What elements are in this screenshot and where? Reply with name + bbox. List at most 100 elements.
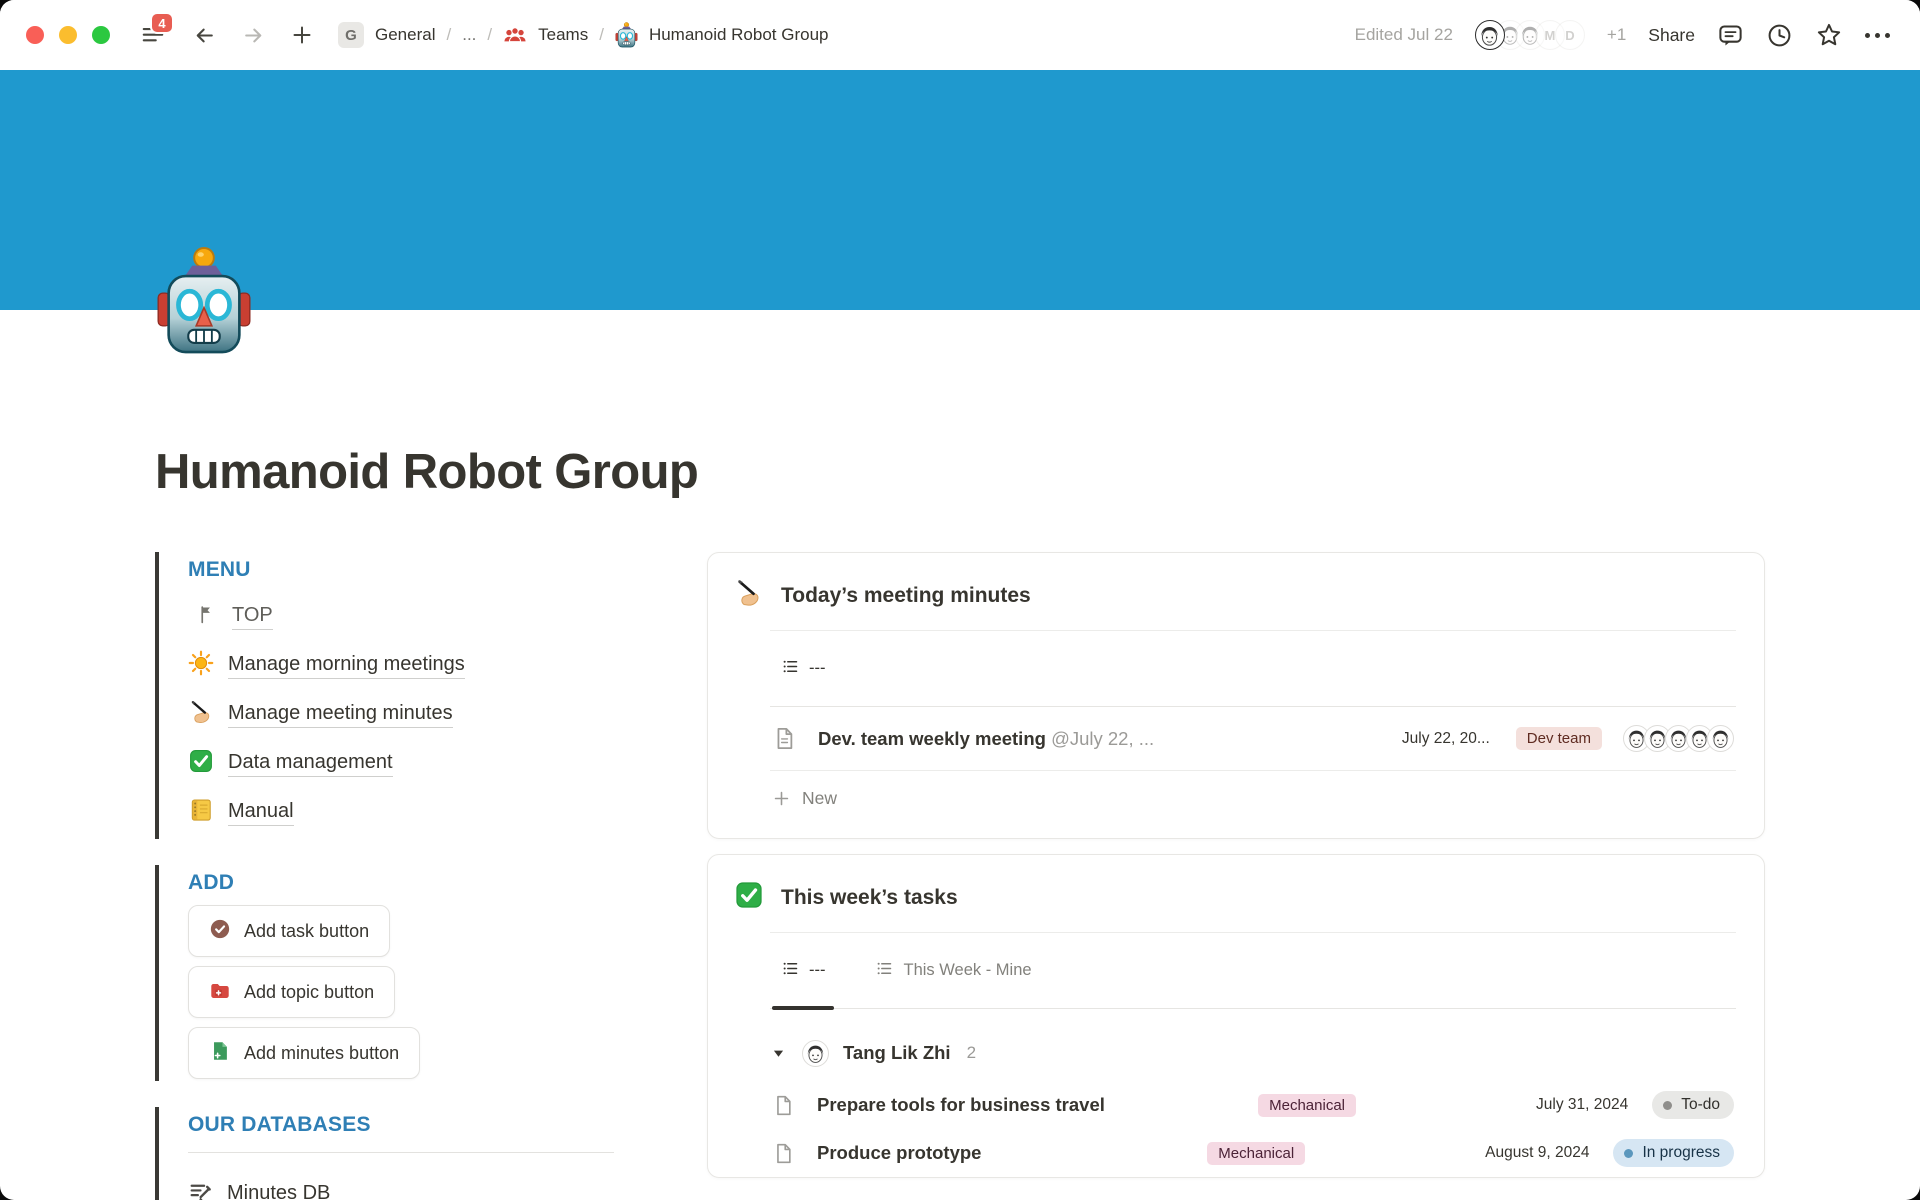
- check-box-icon: [734, 880, 764, 915]
- divider: [188, 1152, 614, 1153]
- weekly-tasks-title: This week’s tasks: [781, 886, 958, 910]
- writing-hand-icon: [188, 699, 214, 730]
- add-task-button[interactable]: Add task button: [188, 905, 390, 957]
- category-tag: Mechanical: [1258, 1094, 1356, 1117]
- favorite-star-icon[interactable]: [1815, 21, 1843, 49]
- team-tag: Dev team: [1516, 727, 1602, 750]
- new-row-button[interactable]: New: [770, 771, 1736, 826]
- ledger-icon: [188, 797, 214, 828]
- meeting-title: Dev. team weekly meeting: [818, 728, 1046, 749]
- meeting-minutes-header: Today’s meeting minutes: [708, 553, 1764, 630]
- tasks-view-tab-this-week-mine[interactable]: This Week - Mine: [866, 933, 1040, 1008]
- writing-hand-icon: [734, 578, 764, 613]
- notification-badge: 4: [150, 12, 174, 34]
- meeting-date: July 22, 20...: [1402, 730, 1490, 748]
- folder-plus-icon: [209, 979, 231, 1006]
- file-plus-icon: [209, 1040, 231, 1067]
- topbar: 4 G General / ... / Teams / Humanoid Rob…: [0, 0, 1920, 70]
- page-cover: [0, 70, 1920, 310]
- viewer-avatars: M D: [1475, 20, 1585, 50]
- history-clock-icon[interactable]: [1766, 22, 1793, 49]
- task-row[interactable]: Prepare tools for business travel Mechan…: [770, 1081, 1736, 1129]
- avatar-overflow-count[interactable]: +1: [1607, 25, 1626, 45]
- document-icon: [772, 726, 797, 751]
- breadcrumb-separator: /: [446, 25, 451, 45]
- flag-icon: [197, 604, 218, 630]
- zoom-window-button[interactable]: [92, 26, 110, 44]
- databases-heading: OUR DATABASES: [188, 1113, 627, 1137]
- task-date: July 31, 2024: [1536, 1096, 1628, 1114]
- comments-icon[interactable]: [1717, 22, 1744, 49]
- breadcrumb: G General / ... / Teams / Humanoid Robot…: [338, 22, 828, 48]
- breadcrumb-teams[interactable]: Teams: [538, 25, 588, 45]
- minutes-view-tab[interactable]: ---: [772, 631, 834, 706]
- list-view-icon: [875, 959, 894, 983]
- breadcrumb-ellipsis[interactable]: ...: [462, 25, 476, 45]
- add-minutes-button[interactable]: Add minutes button: [188, 1027, 420, 1079]
- menu-link-data-management[interactable]: Data management: [188, 739, 627, 788]
- task-check-icon: [209, 918, 231, 945]
- minimize-window-button[interactable]: [59, 26, 77, 44]
- chevron-down-icon[interactable]: [770, 1045, 787, 1062]
- breadcrumb-general[interactable]: General: [375, 25, 435, 45]
- close-window-button[interactable]: [26, 26, 44, 44]
- avatar[interactable]: D: [1555, 20, 1585, 50]
- tasks-view-tab-default[interactable]: ---: [772, 933, 834, 1008]
- list-view-icon: [781, 959, 800, 983]
- document-icon: [772, 1142, 795, 1165]
- sidebar-toggle-button[interactable]: 4: [140, 22, 168, 48]
- attendee-avatars: [1623, 725, 1734, 752]
- minutes-db-link[interactable]: Minutes DB: [188, 1170, 627, 1200]
- weekly-tasks-card: This week’s tasks --- This Week - Mine: [707, 854, 1765, 1178]
- task-row[interactable]: Produce prototype Mechanical August 9, 2…: [770, 1129, 1736, 1177]
- add-heading: ADD: [188, 871, 627, 895]
- breadcrumb-separator: /: [487, 25, 492, 45]
- meeting-row[interactable]: Dev. team weekly meeting @July 22, ... J…: [770, 707, 1736, 771]
- workspace-chip[interactable]: G: [338, 22, 364, 48]
- share-button[interactable]: Share: [1648, 25, 1695, 46]
- back-button[interactable]: [192, 23, 217, 48]
- tasks-view-tabs: --- This Week - Mine: [770, 932, 1736, 1009]
- more-options-button[interactable]: [1865, 33, 1890, 38]
- status-dot: [1624, 1149, 1633, 1158]
- page-body: Humanoid Robot Group MENU TOP Manage mor…: [0, 444, 1920, 1200]
- menu-link-manual[interactable]: Manual: [188, 788, 627, 837]
- add-topic-button[interactable]: Add topic button: [188, 966, 395, 1018]
- menu-heading: MENU: [188, 558, 627, 582]
- new-tab-button[interactable]: [290, 23, 314, 47]
- date-mention: @July 22, ...: [1051, 728, 1154, 749]
- group-person-name: Tang Lik Zhi: [843, 1042, 951, 1064]
- avatar[interactable]: [1475, 20, 1505, 50]
- robot-icon: [615, 22, 638, 48]
- breadcrumb-page[interactable]: Humanoid Robot Group: [649, 25, 829, 45]
- compose-icon: [188, 1180, 213, 1200]
- window-controls: [26, 26, 110, 44]
- meeting-minutes-card: Today’s meeting minutes --- Dev. team we…: [707, 552, 1765, 839]
- meeting-minutes-title: Today’s meeting minutes: [781, 584, 1031, 608]
- check-box-icon: [188, 748, 214, 779]
- task-group-header[interactable]: Tang Lik Zhi 2: [770, 1025, 1736, 1081]
- list-view-icon: [781, 657, 800, 681]
- topbar-right: Edited Jul 22 M D +1 Share: [1355, 20, 1890, 50]
- document-icon: [772, 1094, 795, 1117]
- task-title: Produce prototype: [817, 1142, 1207, 1164]
- menu-link-top[interactable]: TOP: [188, 592, 627, 641]
- add-section: ADD Add task button Add topic button Add…: [155, 865, 627, 1081]
- edited-label: Edited Jul 22: [1355, 25, 1453, 45]
- group-count: 2: [967, 1043, 976, 1063]
- teams-icon: [503, 23, 527, 47]
- sun-icon: [188, 650, 214, 681]
- page-robot-icon[interactable]: [149, 246, 259, 356]
- task-date: August 9, 2024: [1485, 1144, 1589, 1162]
- nav-controls: 4: [140, 22, 314, 48]
- breadcrumb-separator: /: [599, 25, 604, 45]
- forward-button[interactable]: [241, 23, 266, 48]
- menu-link-morning-meetings[interactable]: Manage morning meetings: [188, 641, 627, 690]
- page-title[interactable]: Humanoid Robot Group: [155, 444, 1765, 500]
- plus-icon: [772, 789, 791, 808]
- weekly-tasks-header: This week’s tasks: [708, 855, 1764, 932]
- menu-link-meeting-minutes[interactable]: Manage meeting minutes: [188, 690, 627, 739]
- left-column: MENU TOP Manage morning meetings Manage …: [155, 552, 627, 1200]
- status-dot: [1663, 1101, 1672, 1110]
- minutes-view-tabs: ---: [770, 630, 1736, 707]
